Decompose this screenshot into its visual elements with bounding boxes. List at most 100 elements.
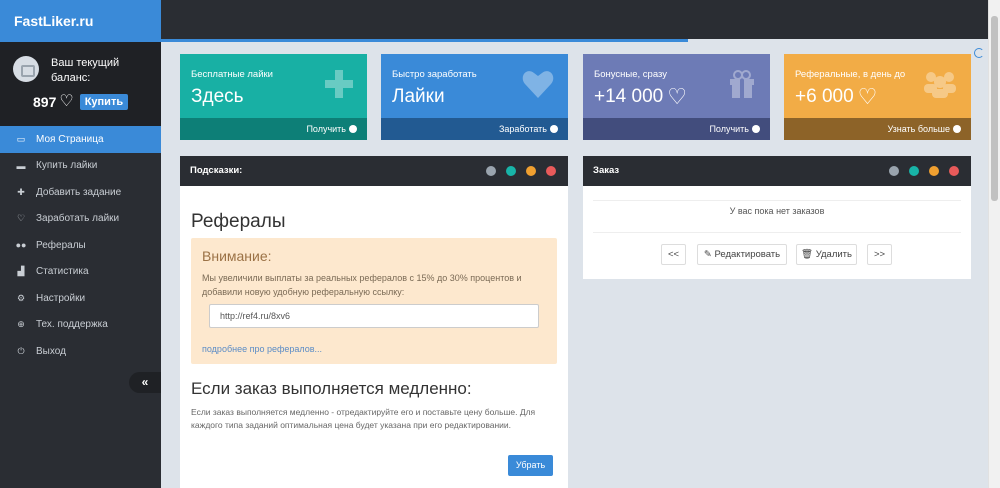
alert-text: Мы увеличили выплаты за реальных реферал… xyxy=(202,273,522,297)
card-title: Реферальные, в день до xyxy=(795,69,906,80)
balance-row: 897 ♡ Купить xyxy=(33,94,129,110)
refresh-icon[interactable] xyxy=(506,166,516,176)
refresh-icon[interactable] xyxy=(909,166,919,176)
referrals-more-link[interactable]: подробнее про рефералов... xyxy=(202,344,322,354)
card-title: Бесплатные лайки xyxy=(191,69,273,80)
card-footer-link[interactable]: Получить xyxy=(583,118,770,140)
order-panel-header: Заказ xyxy=(583,156,971,186)
sidebar-collapse-button[interactable]: « xyxy=(129,372,161,393)
expand-icon[interactable] xyxy=(486,166,496,176)
slow-order-heading: Если заказ выполняется медленно: xyxy=(191,379,472,398)
users-icon xyxy=(924,72,956,98)
referral-alert: Внимание: Мы увеличили выплаты за реальн… xyxy=(191,238,557,364)
card-footer-label: Заработать xyxy=(498,124,547,134)
card-value: +6 000 ♡ xyxy=(795,86,877,108)
edit-order-button[interactable]: ✎ Редактировать xyxy=(697,244,787,265)
sidebar-item-label: Выход xyxy=(36,345,66,357)
sidebar-item-label: Моя Страница xyxy=(36,133,104,145)
card-value: Здесь xyxy=(191,86,244,108)
sidebar-item-label: Заработать лайки xyxy=(36,213,120,225)
power-icon: ⏻ xyxy=(17,345,25,356)
brand-logo[interactable]: FastLiker.ru xyxy=(0,0,161,42)
referral-link-input[interactable]: http://ref4.ru/8xv6 xyxy=(209,304,539,328)
pencil-icon: ✎ xyxy=(703,249,712,260)
topbar xyxy=(161,0,988,39)
heart-icon: ♡ xyxy=(667,84,687,109)
sidebar-item-earn-likes[interactable]: ♡ Заработать лайки xyxy=(0,206,161,233)
card-value-text: Здесь xyxy=(191,86,244,107)
sidebar-item-label: Статистика xyxy=(36,266,89,278)
card-value-text: +14 000 xyxy=(594,86,664,107)
slow-order-text: Если заказ выполняется медленно - отреда… xyxy=(191,407,536,430)
card-footer-label: Получить xyxy=(709,124,749,134)
minimize-icon[interactable] xyxy=(929,166,939,176)
card-value-text: Лайки xyxy=(392,86,445,107)
arrow-circle-icon xyxy=(752,125,760,133)
sidebar-item-label: Настройки xyxy=(36,292,86,304)
sidebar-item-statistics[interactable]: ▟ Статистика xyxy=(0,259,161,286)
card-icon: ▬ xyxy=(16,160,26,171)
card-free-likes[interactable]: Бесплатные лайки Здесь Получить xyxy=(180,54,367,140)
sidebar-item-settings[interactable]: ⚙ Настройки xyxy=(0,285,161,312)
divider xyxy=(593,232,961,233)
card-value: Лайки xyxy=(392,86,445,108)
close-icon[interactable] xyxy=(949,166,959,176)
card-value: +14 000 ♡ xyxy=(594,86,687,108)
panel-title: Подсказки: xyxy=(190,165,243,176)
gears-icon: ⚙ xyxy=(16,292,26,303)
arrow-circle-icon xyxy=(953,125,961,133)
card-footer-link[interactable]: Узнать больше xyxy=(784,118,971,140)
sidebar-menu: ▭ Моя Страница ▬ Купить лайки ✚ Добавить… xyxy=(0,126,161,365)
next-order-button[interactable]: >> xyxy=(867,244,892,265)
referrals-heading: Рефералы xyxy=(191,211,286,232)
sidebar-item-label: Рефералы xyxy=(36,239,86,251)
card-quick-earn[interactable]: Быстро заработать Лайки Заработать xyxy=(381,54,568,140)
minimize-icon[interactable] xyxy=(526,166,536,176)
scrollbar-thumb[interactable] xyxy=(991,16,998,201)
avatar-icon[interactable] xyxy=(13,56,39,82)
user-panel: Ваш текущий баланс: 897 ♡ Купить xyxy=(0,42,161,126)
order-panel: Заказ У вас пока нет заказов << ✎ Редакт… xyxy=(583,156,971,279)
page-scrollbar[interactable] xyxy=(988,0,1000,488)
arrow-circle-icon xyxy=(349,125,357,133)
card-referral[interactable]: Реферальные, в день до +6 000 ♡ Узнать бо… xyxy=(784,54,971,140)
sidebar-item-logout[interactable]: ⏻ Выход xyxy=(0,338,161,365)
hide-button[interactable]: Убрать xyxy=(508,455,553,476)
balance-title: Ваш текущий баланс: xyxy=(51,57,120,84)
delete-label: Удалить xyxy=(815,249,852,260)
arrow-circle-icon xyxy=(550,125,558,133)
close-icon[interactable] xyxy=(546,166,556,176)
panel-title: Заказ xyxy=(593,165,620,176)
card-footer-label: Узнать больше xyxy=(887,124,950,134)
plus-icon: ✚ xyxy=(17,186,25,197)
expand-icon[interactable] xyxy=(889,166,899,176)
card-bonus[interactable]: Бонусные, сразу +14 000 ♡ Получить xyxy=(583,54,770,140)
prev-order-button[interactable]: << xyxy=(661,244,686,265)
sidebar-item-support[interactable]: ⊕ Тех. поддержка xyxy=(0,312,161,339)
sidebar-item-label: Купить лайки xyxy=(36,160,98,172)
sidebar-item-referrals[interactable]: ●● Рефералы xyxy=(0,232,161,259)
card-footer-label: Получить xyxy=(306,124,346,134)
sidebar-item-buy-likes[interactable]: ▬ Купить лайки xyxy=(0,153,161,180)
card-footer-link[interactable]: Заработать xyxy=(381,118,568,140)
edit-label: Редактировать xyxy=(714,249,781,260)
balance-value: 897 xyxy=(33,94,57,110)
divider xyxy=(593,200,961,201)
sidebar-item-my-page[interactable]: ▭ Моя Страница xyxy=(0,126,161,153)
buy-button[interactable]: Купить xyxy=(79,94,129,110)
delete-order-button[interactable]: 🗑 Удалить xyxy=(796,244,857,265)
laptop-icon: ▭ xyxy=(16,133,26,144)
loading-spinner-icon xyxy=(974,48,984,58)
card-footer-link[interactable]: Получить xyxy=(180,118,367,140)
sidebar-item-add-task[interactable]: ✚ Добавить задание xyxy=(0,179,161,206)
trash-icon: 🗑 xyxy=(801,249,814,260)
heart-icon: ♡ xyxy=(16,213,26,224)
sidebar-item-label: Тех. поддержка xyxy=(36,319,108,331)
page-load-progress xyxy=(161,39,688,42)
tips-panel-header: Подсказки: xyxy=(180,156,568,186)
card-title: Быстро заработать xyxy=(392,69,477,80)
sidebar: FastLiker.ru Ваш текущий баланс: 897 ♡ К… xyxy=(0,0,161,488)
tips-panel: Подсказки: Рефералы Внимание: Мы увеличи… xyxy=(180,156,568,488)
plus-icon xyxy=(325,70,353,98)
heart-icon: ♡ xyxy=(857,84,878,109)
